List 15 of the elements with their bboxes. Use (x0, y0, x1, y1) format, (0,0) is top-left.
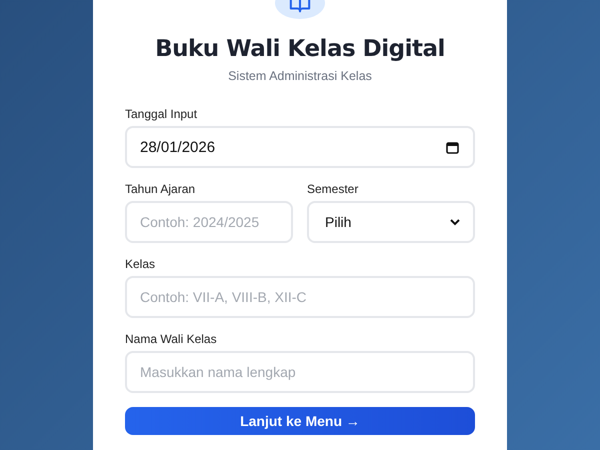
field-label: Kelas (125, 257, 156, 272)
field-label: Nama Wali Kelas (125, 332, 218, 346)
field-label: Tanggal Input (125, 107, 198, 122)
date-field[interactable]: 28/01/2026 (125, 126, 475, 168)
input-field[interactable]: Contoh: 2024/2025 (125, 201, 293, 244)
field-label: Tahun Ajaran (125, 182, 196, 196)
app-title: Buku Wali Kelas Digital (154, 36, 446, 62)
input-field[interactable]: Masukkan nama lengkap (125, 351, 475, 394)
chevron-icon (450, 218, 460, 226)
app-subtitle: Sistem Administrasi Kelas (227, 69, 373, 84)
field-label: Semester (307, 182, 360, 196)
dropdown[interactable]: Pilih (307, 201, 475, 244)
submit-button[interactable]: Lanjut ke Menu → (125, 407, 475, 435)
calendar-icon (446, 140, 459, 154)
input-field[interactable]: Contoh: VII-A, VIII-B, XII-C (125, 276, 475, 318)
